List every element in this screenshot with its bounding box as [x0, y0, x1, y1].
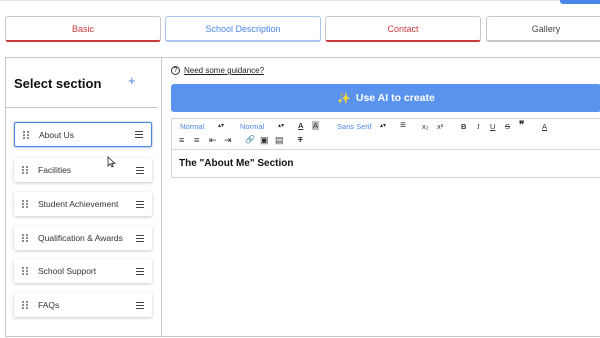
background-color-icon[interactable]: A: [312, 121, 320, 130]
sidebar-item-about-us[interactable]: About Us: [14, 122, 152, 147]
sidebar-item-student-achievement[interactable]: Student Achievement: [14, 192, 152, 216]
sidebar-item-label: School Support: [38, 266, 97, 276]
help-icon: ?: [171, 66, 180, 75]
link-icon[interactable]: 🔗: [245, 135, 255, 144]
tab-basic[interactable]: Basic: [5, 16, 161, 42]
bold-icon[interactable]: B: [461, 122, 466, 131]
sidebar-item-faqs[interactable]: FAQs: [14, 293, 152, 317]
font-select[interactable]: Sans Serif: [337, 122, 372, 131]
drag-handle-icon[interactable]: [22, 267, 28, 275]
chevron-updown-icon: ▴▾: [218, 123, 225, 129]
drag-handle-icon[interactable]: [22, 234, 28, 242]
menu-icon[interactable]: [136, 267, 144, 275]
superscript-icon[interactable]: x²: [437, 122, 443, 131]
sidebar-separator: [6, 107, 158, 108]
drag-handle-icon[interactable]: [22, 301, 28, 309]
chevron-updown-icon: ▴▾: [380, 123, 387, 129]
top-divider: [0, 0, 600, 1]
menu-icon[interactable]: [136, 301, 144, 309]
underline-icon[interactable]: U: [490, 122, 495, 131]
sidebar-item-label: FAQs: [38, 300, 60, 310]
sidebar-title: Select section: [14, 76, 102, 91]
menu-icon[interactable]: [136, 234, 144, 242]
drag-handle-icon[interactable]: [23, 130, 29, 139]
bullet-list-icon[interactable]: ≡: [194, 135, 199, 145]
editor-content[interactable]: The "About Me" Section: [179, 158, 293, 169]
heading-select[interactable]: Normal: [180, 122, 204, 131]
sidebar-item-label: Qualification & Awards: [38, 233, 123, 243]
clean-format-icon[interactable]: T: [298, 135, 303, 144]
chevron-updown-icon: ▴▾: [278, 123, 285, 129]
drag-handle-icon[interactable]: [22, 200, 28, 208]
ordered-list-icon[interactable]: ≡: [179, 135, 184, 145]
clear-color-icon[interactable]: A: [542, 122, 547, 131]
use-ai-button[interactable]: ✨ Use AI to create: [171, 84, 600, 112]
guidance-link[interactable]: ? Need some guidance?: [171, 66, 264, 75]
subscript-icon[interactable]: x₂: [422, 122, 429, 131]
strikethrough-icon[interactable]: S: [505, 122, 510, 131]
drag-handle-icon[interactable]: [22, 166, 28, 174]
use-ai-label: Use AI to create: [355, 92, 435, 104]
guidance-label[interactable]: Need some guidance?: [184, 66, 264, 75]
sidebar-item-school-support[interactable]: School Support: [14, 259, 152, 283]
size-select[interactable]: Normal: [240, 122, 264, 131]
menu-icon[interactable]: [136, 166, 144, 174]
sidebar-item-label: Facilities: [38, 165, 72, 175]
top-right-button[interactable]: [560, 0, 600, 4]
sparkle-icon: ✨: [337, 92, 351, 105]
add-section-icon[interactable]: +: [128, 73, 136, 88]
outdent-icon[interactable]: ⇤: [209, 135, 217, 146]
menu-icon[interactable]: [136, 200, 144, 208]
menu-icon[interactable]: [135, 131, 143, 138]
mouse-cursor-icon: [107, 156, 116, 168]
video-icon[interactable]: ▤: [275, 135, 284, 146]
sidebar-item-facilities[interactable]: Facilities: [14, 158, 152, 182]
tab-gallery[interactable]: Gallery: [486, 16, 600, 42]
indent-icon[interactable]: ⇥: [224, 135, 232, 146]
italic-icon[interactable]: I: [477, 122, 480, 131]
panel-divider: [161, 57, 162, 337]
blockquote-icon[interactable]: ❞: [519, 120, 524, 131]
text-color-icon[interactable]: A: [298, 121, 303, 130]
align-icon[interactable]: ≡: [400, 120, 406, 131]
image-icon[interactable]: ▣: [260, 135, 269, 146]
tab-contact[interactable]: Contact: [325, 16, 481, 42]
sidebar-item-label: About Us: [39, 129, 74, 140]
sidebar-item-qualification-awards[interactable]: Qualification & Awards: [14, 226, 152, 250]
sidebar-item-label: Student Achievement: [38, 199, 119, 209]
tab-school-description[interactable]: School Description: [165, 16, 321, 42]
